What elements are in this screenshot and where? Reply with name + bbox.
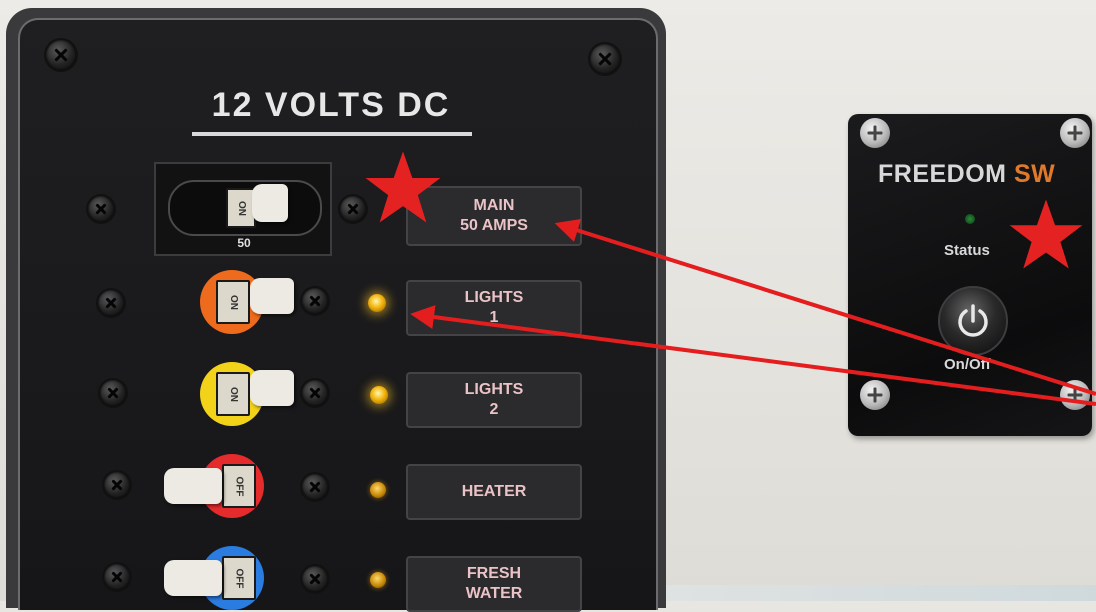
arrow-to-lights1-led [410, 305, 1096, 406]
arrow-annotations [410, 218, 1096, 406]
